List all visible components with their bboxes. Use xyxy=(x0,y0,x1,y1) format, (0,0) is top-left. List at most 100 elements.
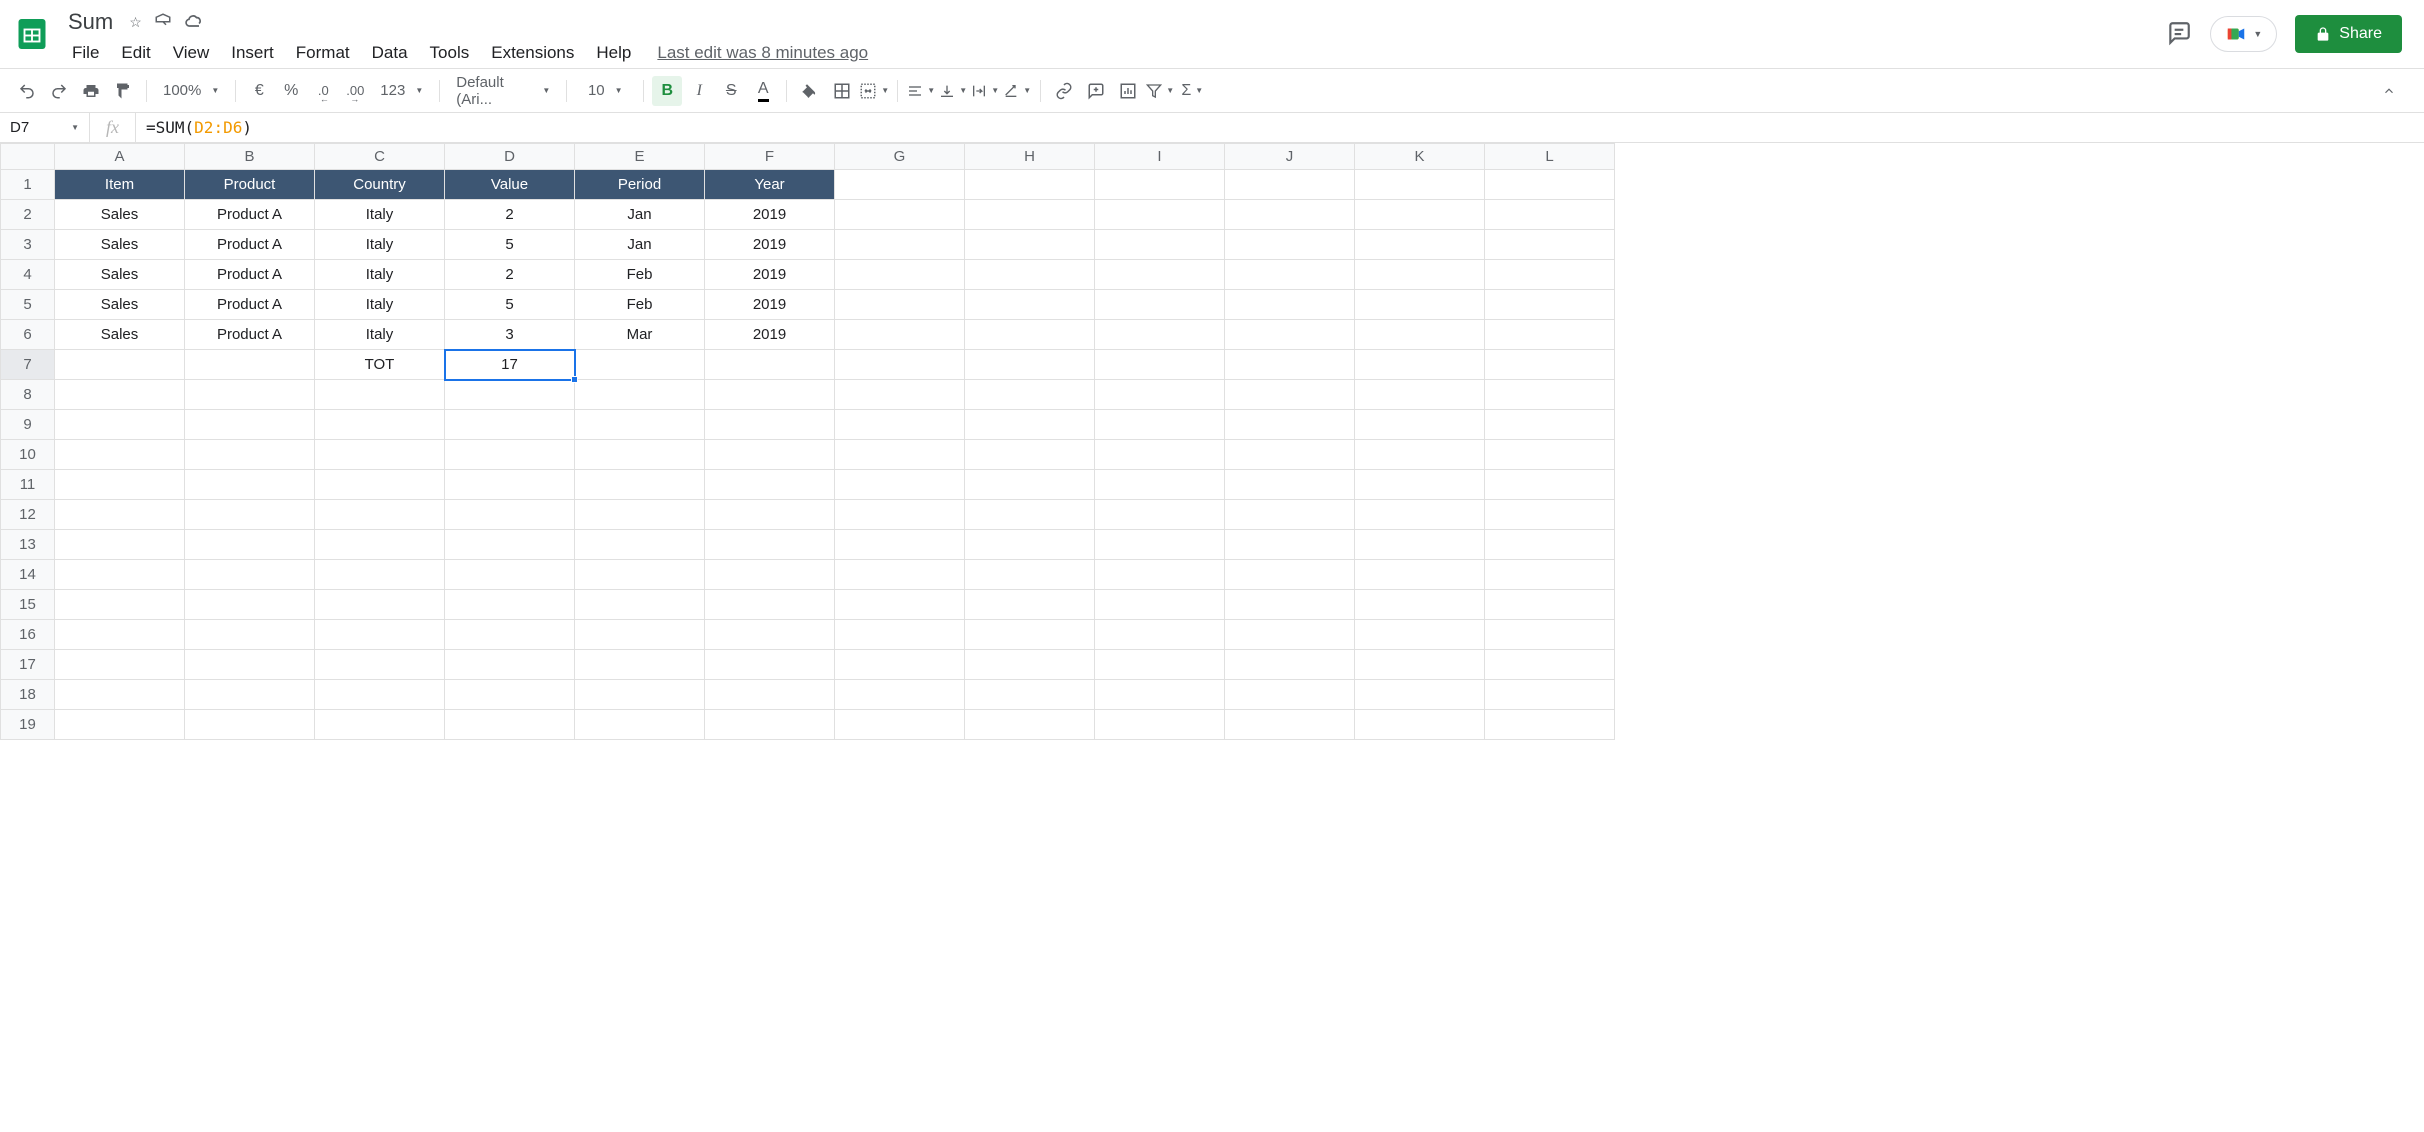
cell-I3[interactable] xyxy=(1095,230,1225,260)
cell-I7[interactable] xyxy=(1095,350,1225,380)
cell-E9[interactable] xyxy=(575,410,705,440)
bold-button[interactable]: B xyxy=(652,76,682,106)
cell-E15[interactable] xyxy=(575,590,705,620)
cell-G6[interactable] xyxy=(835,320,965,350)
comment-button[interactable] xyxy=(1081,76,1111,106)
cell-D2[interactable]: 2 xyxy=(445,200,575,230)
cell-F19[interactable] xyxy=(705,710,835,740)
cell-I5[interactable] xyxy=(1095,290,1225,320)
cell-B6[interactable]: Product A xyxy=(185,320,315,350)
filter-button[interactable] xyxy=(1145,76,1175,106)
cell-K8[interactable] xyxy=(1355,380,1485,410)
cell-K6[interactable] xyxy=(1355,320,1485,350)
cell-I2[interactable] xyxy=(1095,200,1225,230)
cell-I10[interactable] xyxy=(1095,440,1225,470)
cell-D15[interactable] xyxy=(445,590,575,620)
cell-E4[interactable]: Feb xyxy=(575,260,705,290)
name-box[interactable]: D7 ▼ xyxy=(0,113,90,142)
cell-J10[interactable] xyxy=(1225,440,1355,470)
cell-C18[interactable] xyxy=(315,680,445,710)
col-header-G[interactable]: G xyxy=(835,144,965,170)
cell-A17[interactable] xyxy=(55,650,185,680)
cell-D4[interactable]: 2 xyxy=(445,260,575,290)
row-header-8[interactable]: 8 xyxy=(1,380,55,410)
cell-D11[interactable] xyxy=(445,470,575,500)
cell-C16[interactable] xyxy=(315,620,445,650)
chart-button[interactable] xyxy=(1113,76,1143,106)
document-title[interactable]: Sum xyxy=(62,7,119,37)
cell-G18[interactable] xyxy=(835,680,965,710)
cell-K17[interactable] xyxy=(1355,650,1485,680)
menu-edit[interactable]: Edit xyxy=(111,39,160,67)
cell-G11[interactable] xyxy=(835,470,965,500)
comments-icon[interactable] xyxy=(2166,20,2192,49)
cell-E18[interactable] xyxy=(575,680,705,710)
cell-J12[interactable] xyxy=(1225,500,1355,530)
cell-H6[interactable] xyxy=(965,320,1095,350)
col-header-D[interactable]: D xyxy=(445,144,575,170)
cell-F8[interactable] xyxy=(705,380,835,410)
cell-E8[interactable] xyxy=(575,380,705,410)
cell-L12[interactable] xyxy=(1485,500,1615,530)
cell-A19[interactable] xyxy=(55,710,185,740)
meet-button[interactable]: ▼ xyxy=(2210,16,2277,52)
cell-H10[interactable] xyxy=(965,440,1095,470)
functions-button[interactable]: Σ xyxy=(1177,76,1207,106)
row-header-11[interactable]: 11 xyxy=(1,470,55,500)
cell-C14[interactable] xyxy=(315,560,445,590)
cell-G2[interactable] xyxy=(835,200,965,230)
cell-A2[interactable]: Sales xyxy=(55,200,185,230)
cell-H14[interactable] xyxy=(965,560,1095,590)
cell-E13[interactable] xyxy=(575,530,705,560)
cell-A12[interactable] xyxy=(55,500,185,530)
h-align-button[interactable] xyxy=(906,76,936,106)
cell-F16[interactable] xyxy=(705,620,835,650)
cell-G15[interactable] xyxy=(835,590,965,620)
menu-extensions[interactable]: Extensions xyxy=(481,39,584,67)
cell-H7[interactable] xyxy=(965,350,1095,380)
cell-H13[interactable] xyxy=(965,530,1095,560)
col-header-H[interactable]: H xyxy=(965,144,1095,170)
cell-B12[interactable] xyxy=(185,500,315,530)
cell-G19[interactable] xyxy=(835,710,965,740)
cell-B19[interactable] xyxy=(185,710,315,740)
cell-B1[interactable]: Product xyxy=(185,170,315,200)
cell-B9[interactable] xyxy=(185,410,315,440)
cell-E10[interactable] xyxy=(575,440,705,470)
cell-A14[interactable] xyxy=(55,560,185,590)
cell-J8[interactable] xyxy=(1225,380,1355,410)
cell-K5[interactable] xyxy=(1355,290,1485,320)
cell-D12[interactable] xyxy=(445,500,575,530)
cell-F2[interactable]: 2019 xyxy=(705,200,835,230)
cell-A13[interactable] xyxy=(55,530,185,560)
cell-H16[interactable] xyxy=(965,620,1095,650)
cell-K18[interactable] xyxy=(1355,680,1485,710)
cell-D13[interactable] xyxy=(445,530,575,560)
cell-G5[interactable] xyxy=(835,290,965,320)
number-format-select[interactable]: 123 xyxy=(372,82,431,99)
col-header-A[interactable]: A xyxy=(55,144,185,170)
cell-C15[interactable] xyxy=(315,590,445,620)
cell-B13[interactable] xyxy=(185,530,315,560)
cell-D1[interactable]: Value xyxy=(445,170,575,200)
cell-A7[interactable] xyxy=(55,350,185,380)
cell-F11[interactable] xyxy=(705,470,835,500)
cell-C1[interactable]: Country xyxy=(315,170,445,200)
link-button[interactable] xyxy=(1049,76,1079,106)
cell-I15[interactable] xyxy=(1095,590,1225,620)
cell-E7[interactable] xyxy=(575,350,705,380)
cell-F9[interactable] xyxy=(705,410,835,440)
row-header-19[interactable]: 19 xyxy=(1,710,55,740)
cell-L6[interactable] xyxy=(1485,320,1615,350)
cell-L18[interactable] xyxy=(1485,680,1615,710)
text-color-button[interactable]: A xyxy=(748,76,778,106)
menu-format[interactable]: Format xyxy=(286,39,360,67)
cell-H19[interactable] xyxy=(965,710,1095,740)
cell-I16[interactable] xyxy=(1095,620,1225,650)
cell-L3[interactable] xyxy=(1485,230,1615,260)
redo-button[interactable] xyxy=(44,76,74,106)
cell-B14[interactable] xyxy=(185,560,315,590)
row-header-3[interactable]: 3 xyxy=(1,230,55,260)
cell-A5[interactable]: Sales xyxy=(55,290,185,320)
cell-A4[interactable]: Sales xyxy=(55,260,185,290)
